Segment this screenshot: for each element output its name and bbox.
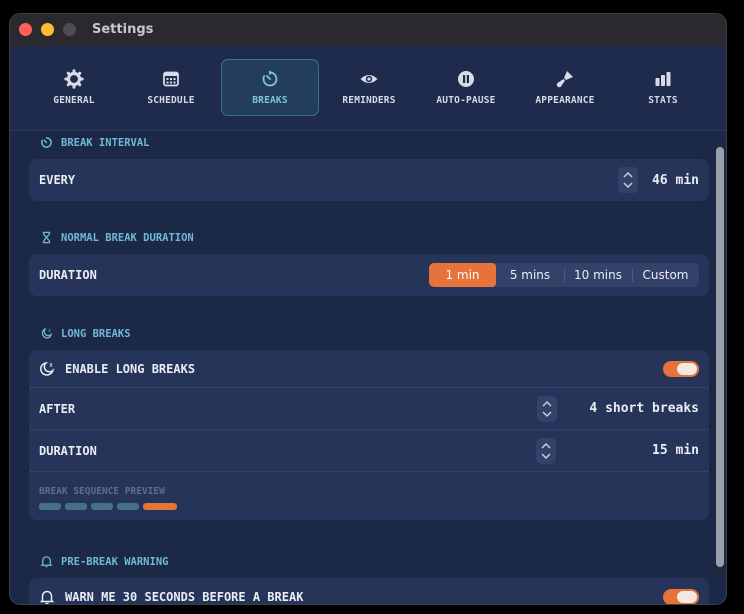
tab-schedule[interactable]: SCHEDULE (122, 59, 220, 116)
svg-text:z: z (50, 362, 53, 368)
duration-row: DURATION 1 min 5 mins 10 mins Custom (29, 254, 709, 296)
svg-text:z: z (48, 329, 50, 333)
minimize-window-button[interactable] (41, 23, 54, 36)
tab-stats[interactable]: STATS (614, 59, 712, 116)
sequence-short-break (65, 503, 87, 510)
gear-icon (64, 69, 84, 89)
long-duration-stepper[interactable] (536, 437, 557, 464)
after-value: 4 short breaks (589, 401, 699, 416)
timer-icon (41, 137, 52, 148)
zoom-window-button[interactable] (63, 23, 76, 36)
scrollbar-thumb[interactable] (716, 147, 724, 567)
paintbrush-icon (556, 71, 573, 88)
tab-appearance[interactable]: APPEARANCE (516, 59, 614, 116)
section-title: NORMAL BREAK DURATION (61, 231, 194, 244)
chevron-up-down-icon (541, 442, 551, 459)
section-header-break-interval: BREAK INTERVAL (40, 136, 150, 149)
warn-row: WARN ME 30 SECONDS BEFORE A BREAK (29, 578, 709, 604)
sequence-short-break (117, 503, 139, 510)
pre-break-warning-toggle[interactable] (663, 589, 699, 604)
break-interval-card: EVERY 46 min (29, 159, 709, 201)
sequence-bar (29, 503, 709, 520)
long-breaks-card: z ENABLE LONG BREAKS AFTER 4 short break… (29, 350, 709, 520)
timer-icon (262, 70, 278, 87)
every-row: EVERY 46 min (29, 159, 709, 201)
every-value: 46 min (652, 172, 699, 188)
moon-icon: z (40, 361, 55, 376)
hourglass-icon (42, 231, 51, 244)
every-label: EVERY (39, 173, 76, 187)
eye-icon (360, 75, 378, 83)
tab-reminders[interactable]: REMINDERS (320, 59, 418, 116)
tab-label: REMINDERS (342, 95, 396, 106)
every-stepper[interactable] (618, 167, 639, 193)
settings-window: Settings GENERAL SCHEDULE BREAKS REMINDE… (9, 13, 727, 605)
after-label: AFTER (39, 401, 76, 416)
duration-segmented-control[interactable]: 1 min 5 mins 10 mins Custom (429, 263, 699, 287)
tab-breaks[interactable]: BREAKS (221, 59, 319, 116)
enable-long-breaks-toggle[interactable] (663, 360, 699, 377)
sequence-short-break (39, 503, 61, 510)
pause-icon (458, 71, 474, 87)
long-duration-row: DURATION 15 min (29, 429, 709, 471)
warn-label: WARN ME 30 SECONDS BEFORE A BREAK (65, 590, 304, 604)
sequence-short-break (91, 503, 113, 510)
tab-label: APPEARANCE (535, 95, 595, 106)
enable-long-breaks-row: z ENABLE LONG BREAKS (29, 350, 709, 387)
break-sequence-preview: BREAK SEQUENCE PREVIEW (29, 471, 709, 520)
bell-icon (40, 556, 53, 568)
long-duration-label: DURATION (39, 443, 97, 458)
preview-label: BREAK SEQUENCE PREVIEW (39, 486, 165, 497)
tab-general[interactable]: GENERAL (25, 59, 123, 116)
long-duration-value: 15 min (652, 443, 699, 458)
tab-label: SCHEDULE (147, 95, 195, 106)
section-header-pre-break-warning: PRE-BREAK WARNING (40, 555, 168, 568)
moon-icon: z (41, 328, 52, 339)
bar-chart-icon (655, 72, 671, 86)
segment-10-mins[interactable]: 10 mins (564, 263, 632, 287)
section-title: BREAK INTERVAL (61, 136, 150, 149)
section-title: LONG BREAKS (61, 327, 131, 340)
enable-long-breaks-label: ENABLE LONG BREAKS (65, 361, 196, 376)
segment-custom[interactable]: Custom (632, 263, 699, 287)
tab-label: STATS (648, 95, 678, 106)
after-stepper[interactable] (537, 395, 558, 422)
pre-break-card: WARN ME 30 SECONDS BEFORE A BREAK (29, 578, 709, 604)
sequence-long-break (143, 503, 177, 510)
title-bar: Settings (10, 14, 726, 46)
after-row: AFTER 4 short breaks (29, 387, 709, 429)
settings-tab-bar: GENERAL SCHEDULE BREAKS REMINDERS AUTO-P… (10, 46, 726, 131)
breaks-settings-pane[interactable]: BREAK INTERVAL EVERY 46 min NORMAL BREAK… (10, 131, 716, 604)
section-header-long-breaks: z LONG BREAKS (40, 327, 131, 340)
tab-label: AUTO-PAUSE (436, 95, 496, 106)
duration-label: DURATION (39, 268, 97, 282)
tab-label: GENERAL (53, 95, 95, 106)
close-window-button[interactable] (19, 23, 32, 36)
chevron-up-down-icon (623, 171, 633, 189)
segment-1-min[interactable]: 1 min (429, 263, 496, 287)
calendar-icon (163, 71, 179, 87)
tab-auto-pause[interactable]: AUTO-PAUSE (417, 59, 515, 116)
tab-label: BREAKS (252, 95, 288, 106)
chevron-up-down-icon (542, 400, 552, 417)
segment-5-mins[interactable]: 5 mins (496, 263, 564, 287)
bell-icon (39, 590, 55, 604)
section-title: PRE-BREAK WARNING (61, 555, 169, 568)
section-header-normal-break: NORMAL BREAK DURATION (40, 231, 194, 244)
window-title: Settings (92, 22, 154, 37)
normal-break-card: DURATION 1 min 5 mins 10 mins Custom (29, 254, 709, 296)
